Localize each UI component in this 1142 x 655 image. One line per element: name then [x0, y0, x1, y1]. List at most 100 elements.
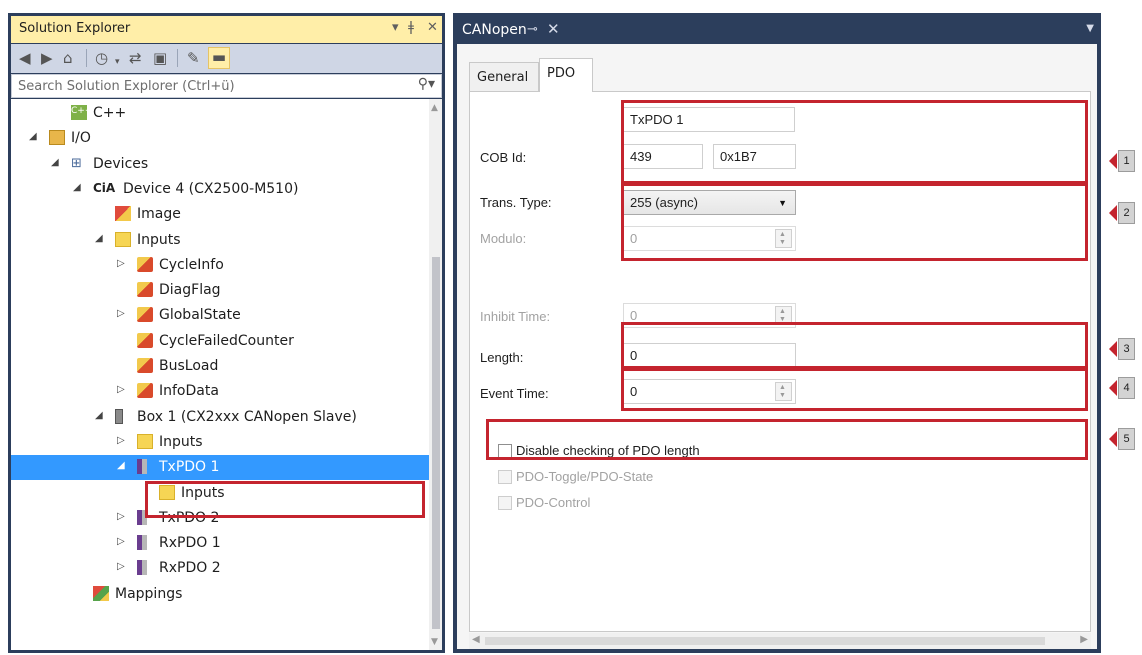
tree-item[interactable]: ▷ Inputs	[11, 430, 429, 455]
history-icon[interactable]: ◷	[95, 49, 108, 67]
horizontal-scrollbar-thumb[interactable]	[485, 637, 1045, 645]
tree-item-label: Mappings	[115, 585, 183, 602]
tree-item-label: GlobalState	[159, 307, 241, 324]
collapse-all-icon[interactable]: ▣	[153, 49, 167, 67]
expand-icon[interactable]: ▷	[117, 258, 129, 269]
tree-item[interactable]: ◢ Inputs	[11, 228, 429, 253]
variable-icon	[137, 307, 153, 323]
callout-number: 3	[1118, 338, 1135, 360]
tree-item[interactable]: CycleFailedCounter	[11, 329, 429, 354]
tab-canopen-label: CANopen	[462, 22, 527, 38]
solution-explorer-panel: Solution Explorer ▾ ǂ ✕ ◀ ▶ ⌂ ◷ ▾ ⇄ ▣ ✎ …	[8, 13, 445, 653]
variable-icon	[137, 282, 153, 298]
tree-item[interactable]: ▷ RxPDO 2	[11, 556, 429, 581]
tab-general[interactable]: General	[469, 62, 539, 91]
expand-icon[interactable]: ▷	[117, 308, 129, 319]
tree-item[interactable]: ◢ ⊞ Devices	[11, 152, 429, 177]
close-icon[interactable]: ✕	[427, 20, 438, 35]
preview-icon[interactable]: ▬	[208, 47, 230, 69]
scroll-right-icon[interactable]: ▶	[1080, 634, 1088, 645]
callout-number: 1	[1118, 150, 1135, 172]
expand-icon[interactable]: ▷	[117, 435, 129, 446]
horizontal-scrollbar[interactable]: ◀ ▶	[469, 633, 1091, 649]
expand-icon[interactable]: ▷	[117, 561, 129, 572]
vertical-scrollbar[interactable]: ▲ ▼	[429, 99, 442, 650]
txpdo-icon	[137, 459, 147, 475]
close-tab-icon[interactable]: ✕	[547, 20, 560, 38]
tree-item[interactable]: ▷ GlobalState	[11, 303, 429, 328]
tree-item[interactable]: ◢ TxPDO 1	[11, 455, 429, 481]
tree-item-label: Inputs	[159, 433, 203, 450]
tab-canopen[interactable]: CANopen ⊸ ✕	[455, 18, 605, 43]
back-icon[interactable]: ◀	[19, 49, 31, 67]
document-menu-icon[interactable]: ▼	[1086, 23, 1094, 34]
variable-icon	[137, 256, 153, 272]
pdo-toggle-label: PDO-Toggle/PDO-State	[516, 469, 654, 484]
variable-icon	[137, 332, 153, 348]
scroll-down-icon[interactable]: ▼	[431, 637, 438, 647]
dropdown-arrow-icon[interactable]: ▾	[392, 20, 399, 35]
expand-icon[interactable]: ▷	[117, 384, 129, 395]
collapse-icon[interactable]: ◢	[95, 410, 107, 421]
trans-type-label: Trans. Type:	[480, 195, 552, 210]
tree-item-label: Device 4 (CX2500-M510)	[123, 180, 299, 197]
collapse-icon[interactable]: ◢	[73, 182, 85, 193]
tree-item[interactable]: BusLoad	[11, 354, 429, 379]
tree-item[interactable]: Image	[11, 202, 429, 227]
rxpdo-icon	[137, 535, 147, 551]
collapse-icon[interactable]: ◢	[95, 233, 107, 244]
tree-item[interactable]: ◢ Box 1 (CX2xxx CANopen Slave)	[11, 405, 429, 430]
tree-item-label: Inputs	[137, 231, 181, 248]
tree-item[interactable]: ▷ InfoData	[11, 379, 429, 404]
callout-4: 4	[1109, 377, 1135, 399]
pdo-control-label: PDO-Control	[516, 495, 591, 510]
rxpdo-icon	[137, 560, 147, 576]
callout-arrow-icon	[1109, 380, 1117, 396]
callout-number: 2	[1118, 202, 1135, 224]
tree-item[interactable]: ◢ CiA Device 4 (CX2500-M510)	[11, 177, 429, 202]
properties-icon[interactable]: ✎	[187, 49, 200, 67]
length-label: Length:	[480, 350, 524, 365]
highlight-frame-4	[621, 368, 1088, 411]
pin-icon[interactable]: ǂ	[408, 20, 414, 35]
tree-item[interactable]: Mappings	[11, 582, 429, 607]
tree-item[interactable]: ▷ CycleInfo	[11, 253, 429, 278]
inhibit-time-label: Inhibit Time:	[480, 309, 551, 324]
tree-item-label: BusLoad	[159, 358, 219, 374]
sync-icon[interactable]: ⇄	[129, 49, 142, 67]
scroll-up-icon[interactable]: ▲	[431, 103, 438, 113]
tree-item[interactable]: C++ C++	[11, 101, 429, 126]
forward-icon[interactable]: ▶	[41, 49, 53, 67]
expand-icon[interactable]: ▷	[117, 536, 129, 547]
search-icon[interactable]: ⚲▾	[418, 76, 435, 92]
pin-tab-icon[interactable]: ⊸	[527, 22, 538, 37]
tab-pdo-label: PDO	[547, 66, 576, 81]
cpp-icon: C++	[71, 105, 92, 120]
search-solution-explorer-input[interactable]: Search Solution Explorer (Ctrl+ü) ⚲▾	[11, 74, 442, 98]
cob-id-label: COB Id:	[480, 150, 527, 165]
tree-item-label: RxPDO 1	[159, 535, 221, 552]
callout-arrow-icon	[1109, 205, 1117, 221]
tab-pdo[interactable]: PDO	[539, 58, 593, 92]
scroll-left-icon[interactable]: ◀	[472, 634, 480, 645]
callout-2: 2	[1109, 202, 1135, 224]
tree-item[interactable]: ▷ RxPDO 1	[11, 531, 429, 556]
callout-1: 1	[1109, 150, 1135, 172]
scrollbar-thumb[interactable]	[432, 257, 440, 629]
callout-arrow-icon	[1109, 153, 1117, 169]
folder-icon	[115, 231, 131, 247]
tree-item-label: Image	[137, 206, 181, 223]
collapse-icon[interactable]: ◢	[29, 131, 41, 142]
tree-item[interactable]: ◢ I/O	[11, 126, 429, 151]
collapse-icon[interactable]: ◢	[117, 460, 129, 471]
tree-item-label: Box 1 (CX2xxx CANopen Slave)	[137, 408, 357, 425]
history-dropdown-icon[interactable]: ▾	[115, 53, 120, 71]
collapse-icon[interactable]: ◢	[51, 157, 63, 168]
home-icon[interactable]: ⌂	[63, 49, 73, 67]
toolbar-separator	[177, 49, 178, 67]
callout-number: 4	[1118, 377, 1135, 399]
tree-item[interactable]: DiagFlag	[11, 278, 429, 303]
variable-icon	[137, 383, 153, 399]
expand-icon[interactable]: ▷	[117, 511, 129, 522]
tree-item-label: Devices	[93, 155, 149, 172]
